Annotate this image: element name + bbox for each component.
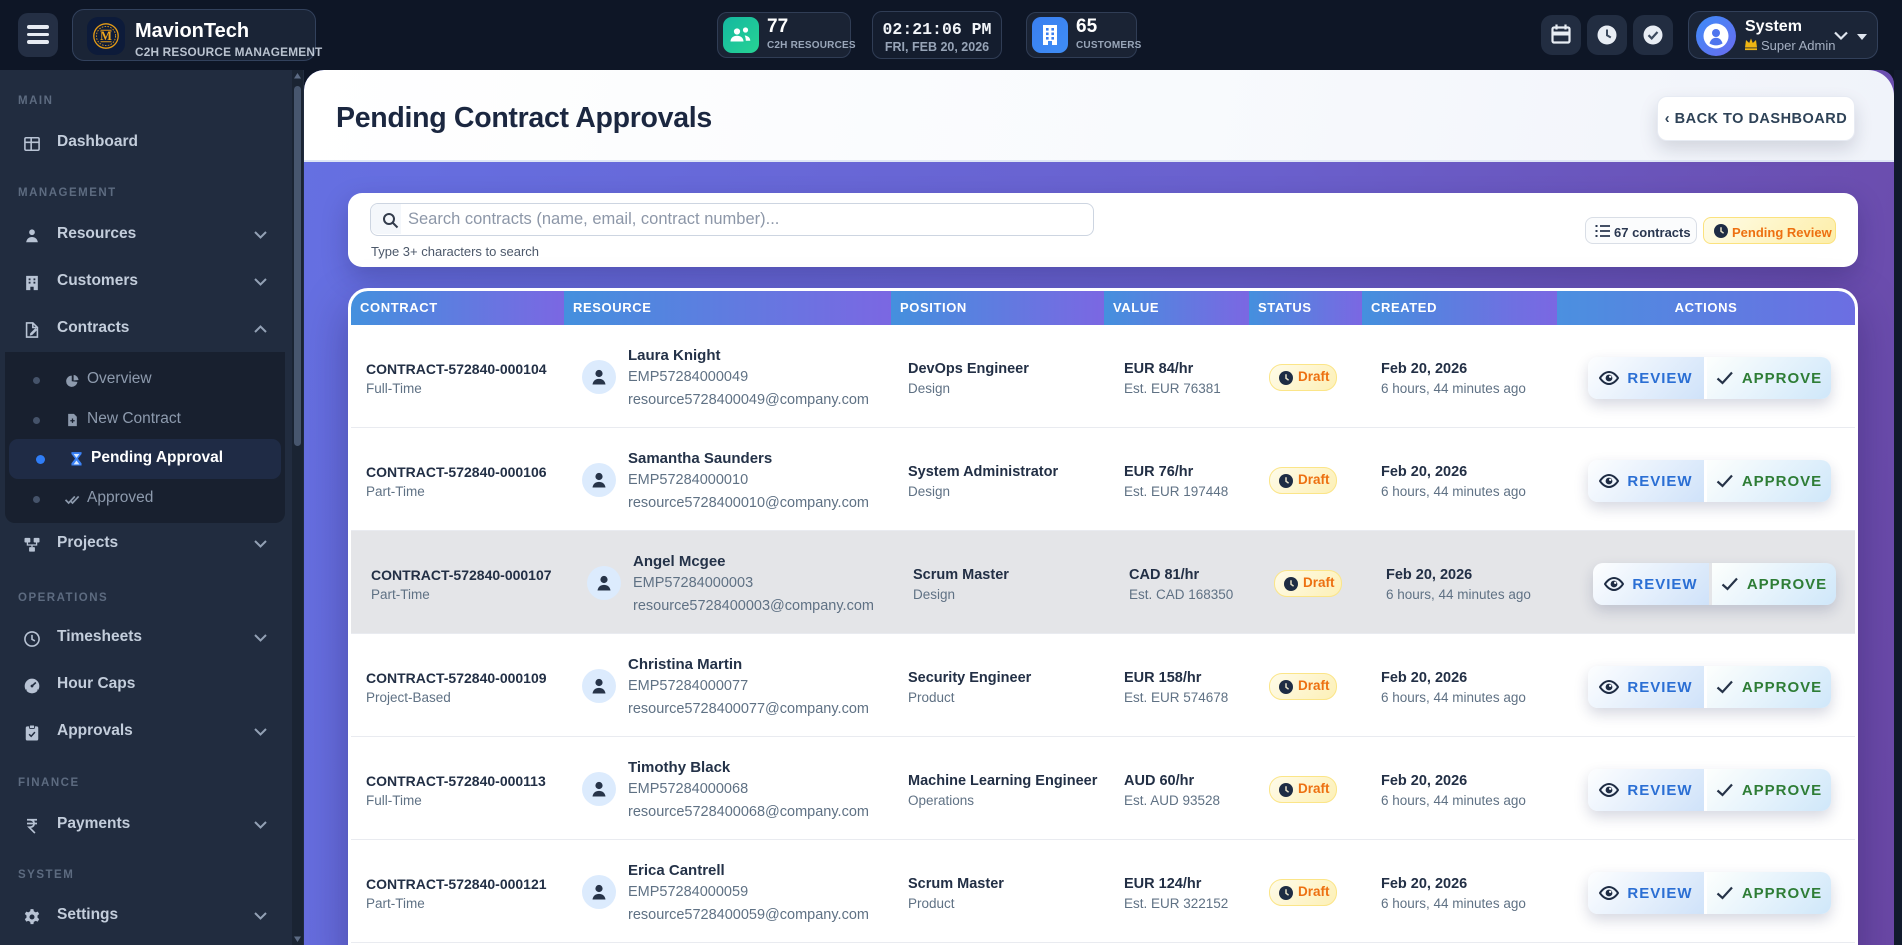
- svg-text:M: M: [100, 29, 112, 43]
